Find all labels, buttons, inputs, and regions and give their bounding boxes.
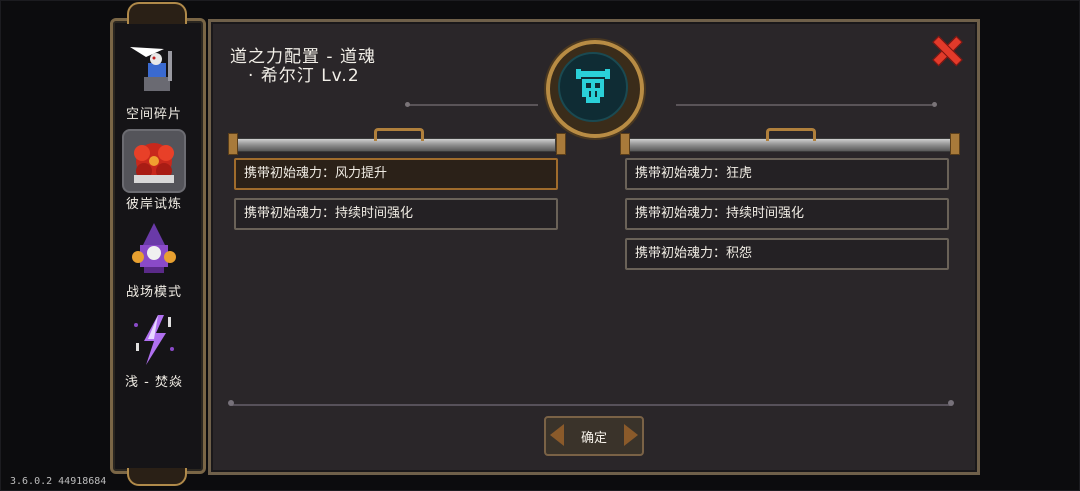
battlefield-wizard-icon [124, 219, 184, 279]
option-right-1[interactable]: 携带初始魂力：狂虎 [625, 158, 949, 190]
rule-dot [405, 102, 410, 107]
pipe-cap [950, 133, 960, 155]
lightning-icon [124, 309, 184, 369]
sidebar-item-label: 空间碎片 [125, 107, 182, 122]
emblem-inner [558, 52, 628, 122]
sidebar-item-label: 彼岸试炼 [125, 197, 182, 212]
confirm-label: 确定 [580, 430, 607, 446]
option-left-1[interactable]: 携带初始魂力：风力提升 [234, 158, 558, 190]
pipe-handle [374, 128, 424, 141]
arrow-right-icon [624, 424, 638, 446]
trial-flower-icon [124, 131, 184, 191]
viking-skull-icon [576, 69, 610, 103]
sidebar-item-lightning[interactable]: 浅 - 焚焱 [116, 304, 192, 390]
pipe-handle [766, 128, 816, 141]
soul-emblem [546, 40, 644, 138]
pipe-cap [556, 133, 566, 155]
sidebar-item-trial[interactable]: 彼岸试炼 [116, 126, 192, 212]
sidebar-item-battlefield[interactable]: 战场模式 [116, 214, 192, 300]
divider-dot [228, 400, 234, 406]
pipe-cap [228, 133, 238, 155]
title-line-2: · 希尔汀 Lv.2 [248, 66, 360, 86]
space-fragment-icon [124, 41, 184, 101]
emblem-rule-left [408, 104, 538, 106]
pipe-cap [620, 133, 630, 155]
sidebar-top-ornament [127, 2, 187, 24]
close-icon[interactable] [932, 36, 960, 64]
option-right-2[interactable]: 携带初始魂力：持续时间强化 [625, 198, 949, 230]
option-left-2[interactable]: 携带初始魂力：持续时间强化 [234, 198, 558, 230]
sidebar-bottom-ornament [127, 468, 187, 486]
bottom-divider [232, 404, 950, 406]
emblem-rule-right [676, 104, 932, 106]
version-label: 3.6.0.2 44918684 [10, 476, 107, 487]
confirm-button[interactable]: 确定 [544, 416, 644, 456]
page-title: 道之力配置 - 道魂 · 希尔汀 Lv.2 [230, 48, 376, 86]
title-line-1: 道之力配置 - 道魂 [230, 47, 376, 67]
sidebar-item-label: 战场模式 [125, 285, 182, 300]
rule-dot [932, 102, 937, 107]
option-right-3[interactable]: 携带初始魂力：积怨 [625, 238, 949, 270]
arrow-left-icon [550, 424, 564, 446]
sidebar-item-label: 浅 - 焚焱 [125, 375, 183, 390]
divider-dot [948, 400, 954, 406]
sidebar-item-space-fragment[interactable]: 空间碎片 [116, 36, 192, 122]
